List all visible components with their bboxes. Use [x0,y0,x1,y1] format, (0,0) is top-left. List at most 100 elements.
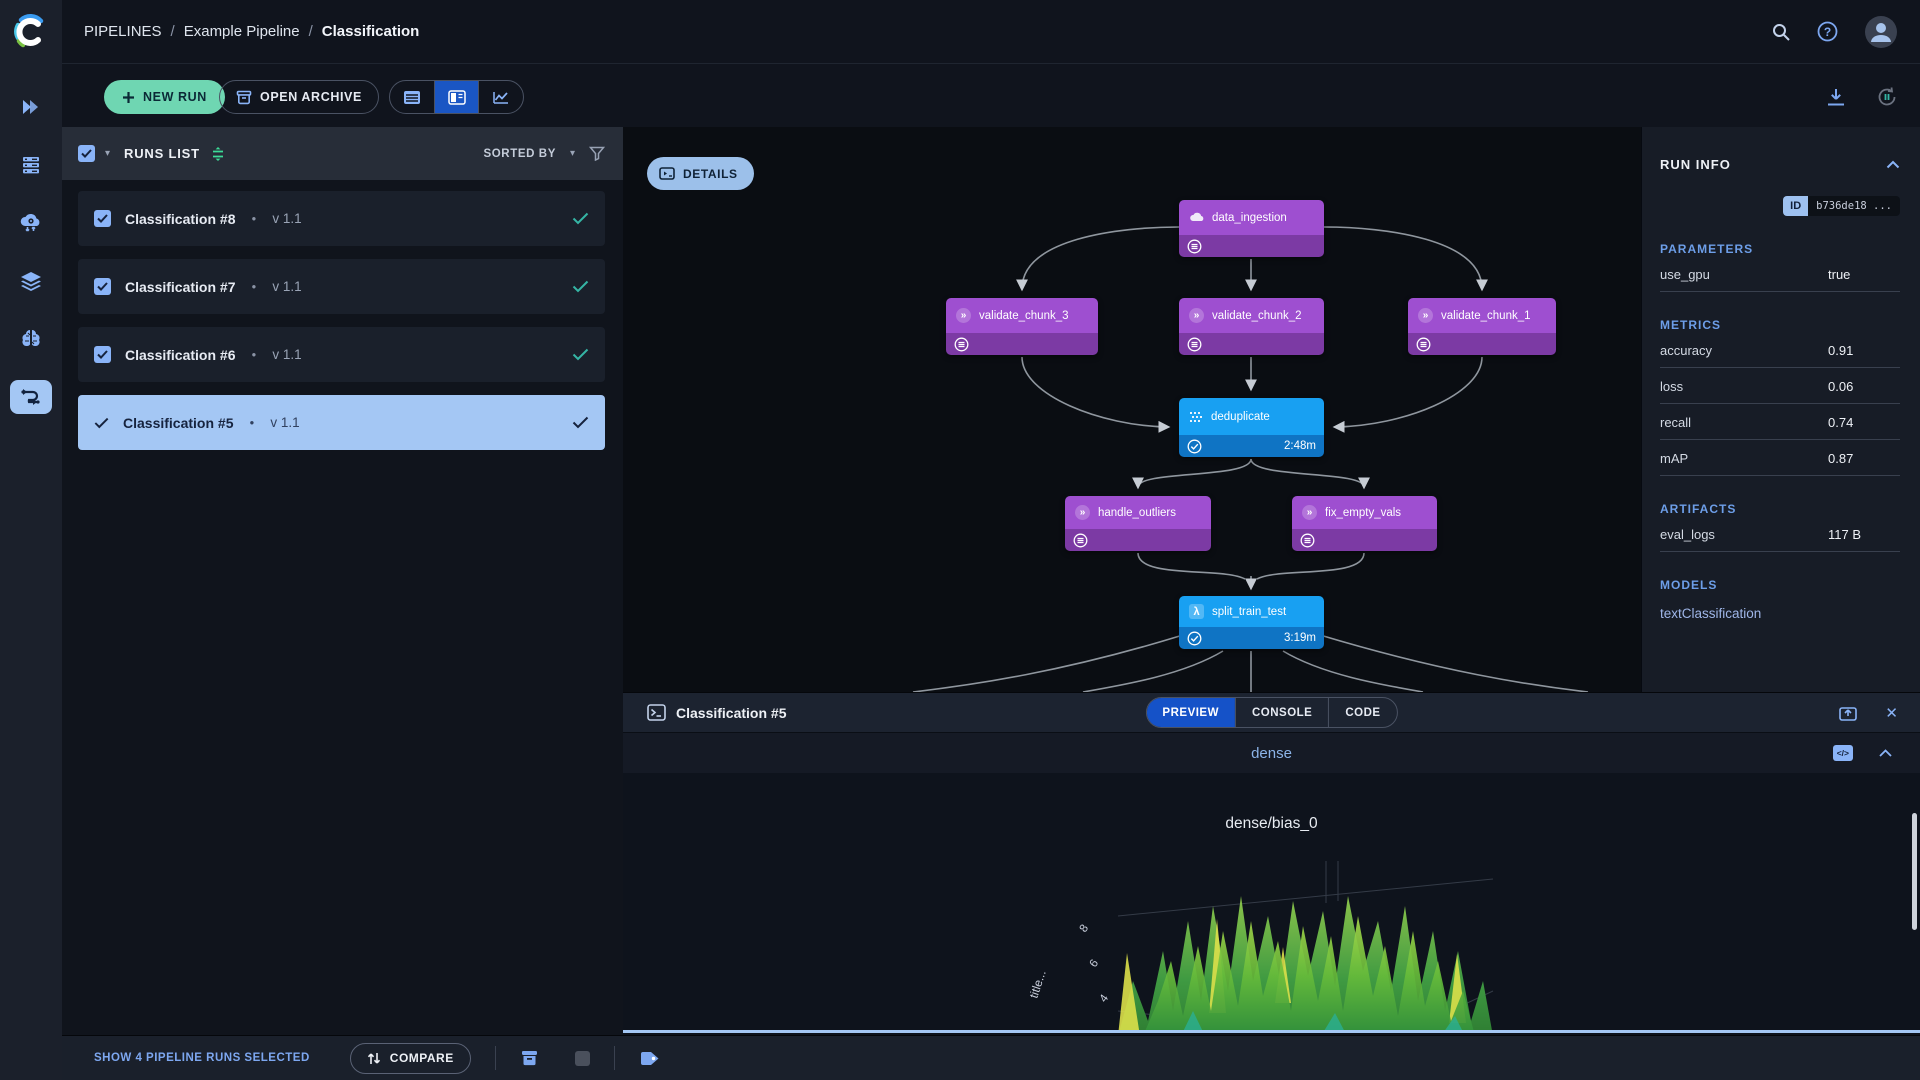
left-nav-rail [0,0,62,1080]
nav-pipelines[interactable] [10,380,52,414]
metric-row: recall 0.74 [1660,404,1900,440]
metric-group-title: dense [1251,745,1292,762]
sorted-by-caret[interactable]: ▾ [570,148,575,159]
breadcrumb-pipelines[interactable]: PIPELINES [84,23,162,40]
id-value: b736de18 ... [1808,196,1900,216]
select-all-checkbox[interactable] [78,145,95,162]
breadcrumb-separator: / [309,23,313,40]
tab-preview[interactable]: PREVIEW [1146,698,1235,727]
node-label: validate_chunk_3 [979,310,1069,322]
run-checkbox[interactable] [94,210,111,227]
split-view-icon [448,90,466,105]
models-section-title: MODELS [1660,578,1900,592]
details-button[interactable]: DETAILS [647,157,754,190]
auto-refresh-icon[interactable] [1876,86,1898,108]
metric-label: loss [1660,379,1828,394]
dag-node-data-ingestion[interactable]: data_ingestion [1179,200,1324,257]
collapse-group-chevron-icon[interactable] [1879,749,1892,757]
dag-node-validate-chunk-2[interactable]: » validate_chunk_2 [1179,298,1324,355]
step-icon: » [1302,505,1317,520]
nav-models[interactable] [10,322,52,356]
view-toggle-group [389,80,524,114]
run-row-classification-8[interactable]: Classification #8 ● v 1.1 [78,191,605,246]
dag-node-fix-empty-vals[interactable]: » fix_empty_vals [1292,496,1437,551]
select-dropdown-caret[interactable]: ▾ [105,148,110,159]
run-checkbox[interactable] [94,346,111,363]
run-rows: Classification #8 ● v 1.1 Classification… [62,180,623,450]
dag-node-split-train-test[interactable]: λ split_train_test 3:19m [1179,596,1324,649]
download-icon[interactable] [1826,88,1846,107]
user-avatar[interactable] [1864,15,1898,49]
dag-node-validate-chunk-1[interactable]: » validate_chunk_1 [1408,298,1556,355]
embed-code-icon[interactable]: </> [1833,745,1853,761]
run-row-classification-6[interactable]: Classification #6 ● v 1.1 [78,327,605,382]
filter-icon[interactable] [589,146,605,161]
help-icon[interactable]: ? [1817,21,1838,42]
pipelines-icon [19,386,43,408]
queued-status-icon [1073,533,1088,548]
metrics-section-title: METRICS [1660,318,1900,332]
nav-datasets[interactable] [10,264,52,298]
compare-icon [367,1051,381,1066]
open-archive-button[interactable]: OPEN ARCHIVE [219,80,379,114]
compare-button[interactable]: COMPARE [350,1043,471,1074]
metric-row: accuracy 0.91 [1660,332,1900,368]
breadcrumb-separator: / [171,23,175,40]
layers-icon [19,270,43,292]
expand-panel-icon[interactable] [1839,705,1857,721]
artifacts-section-title: ARTIFACTS [1660,502,1900,516]
brain-icon [19,328,43,350]
run-row-classification-7[interactable]: Classification #7 ● v 1.1 [78,259,605,314]
runs-list-title: RUNS LIST [124,146,200,161]
dag-node-deduplicate[interactable]: deduplicate 2:48m [1179,398,1324,457]
clearml-logo[interactable] [0,0,62,64]
split-view-toggle[interactable] [434,81,479,113]
close-panel-icon[interactable]: ✕ [1885,704,1898,722]
collapse-chevron-icon[interactable] [1886,160,1900,169]
nav-projects[interactable] [10,90,52,124]
parameters-section-title: PARAMETERS [1660,242,1900,256]
run-info-title: RUN INFO [1660,157,1731,172]
run-checkbox[interactable] [94,278,111,295]
breadcrumb-project[interactable]: Example Pipeline [184,23,300,40]
dag-node-handle-outliers[interactable]: » handle_outliers [1065,496,1211,551]
run-info-panel: RUN INFO ID b736de18 ... PARAMETERS use_… [1641,127,1920,692]
model-link[interactable]: textClassification [1660,606,1900,621]
add-tag-icon[interactable] [639,1050,661,1067]
table-view-icon [403,90,421,105]
table-view-toggle[interactable] [390,81,434,113]
chart-view-toggle[interactable] [478,81,523,113]
metric-group-header[interactable]: dense </> [623,732,1920,773]
queued-status-icon [1187,337,1202,352]
metric-row: loss 0.06 [1660,368,1900,404]
preview-panel-header: Classification #5 PREVIEW CONSOLE CODE ✕ [623,693,1920,732]
run-id-chip[interactable]: ID b736de18 ... [1783,196,1900,216]
plus-icon [122,91,135,104]
surface-plot-area[interactable]: dense/bias_0 8 [623,773,1920,1033]
archive-selected-icon[interactable] [520,1049,539,1067]
preview-panel: Classification #5 PREVIEW CONSOLE CODE ✕… [623,692,1920,1035]
new-run-label: NEW RUN [143,90,207,104]
preview-scrollbar[interactable] [1912,813,1917,930]
run-row-classification-5-selected[interactable]: Classification #5 ● v 1.1 [78,395,605,450]
run-status-check-icon [572,416,589,429]
dag-node-validate-chunk-3[interactable]: » validate_chunk_3 [946,298,1098,355]
nav-autoscalers[interactable] [10,206,52,240]
svg-text:6: 6 [1088,958,1102,970]
tab-code[interactable]: CODE [1328,698,1396,727]
run-name: Classification #6 [125,347,236,363]
lambda-icon: λ [1189,604,1204,619]
tab-console[interactable]: CONSOLE [1235,698,1328,727]
nav-workers[interactable] [10,148,52,182]
pipeline-dag-canvas[interactable]: DETAILS data_ingestion » validate_chunk_… [623,127,1641,692]
new-run-button[interactable]: NEW RUN [104,80,225,114]
runs-list-panel: ▾ RUNS LIST SORTED BY ▾ Classification #… [62,127,623,1035]
svg-text:8: 8 [1078,923,1092,935]
run-status-check-icon [572,348,589,361]
sorted-by-label[interactable]: SORTED BY [483,148,556,160]
selection-count-label[interactable]: SHOW 4 PIPELINE RUNS SELECTED [94,1052,310,1064]
apply-sort-icon[interactable] [210,146,226,162]
node-label: fix_empty_vals [1325,507,1401,519]
search-icon[interactable] [1771,22,1791,42]
id-badge: ID [1783,196,1808,216]
